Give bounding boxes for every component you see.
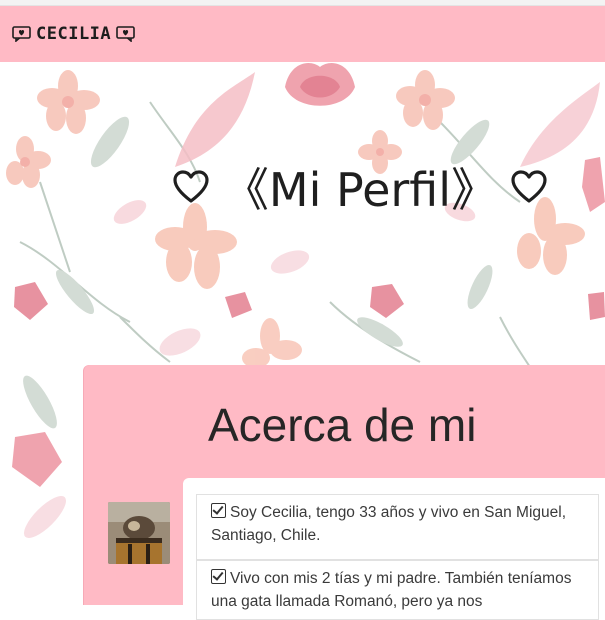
- speech-bubble-heart-icon: [12, 26, 31, 42]
- brand-link[interactable]: CECILIA: [12, 24, 135, 44]
- checkbox-icon: [211, 503, 226, 518]
- about-title: Acerca de mi: [208, 399, 477, 451]
- hero-title-text: 《Mi Perfil》: [222, 163, 498, 217]
- list-item: Soy Cecilia, tengo 33 años y vivo en San…: [196, 494, 599, 560]
- heart-outline-icon: [173, 170, 209, 203]
- brand-name: CECILIA: [36, 24, 112, 44]
- speech-bubble-heart-icon: [116, 26, 135, 42]
- hero-title: 《Mi Perfil》: [150, 152, 570, 222]
- checkbox-icon: [211, 569, 226, 584]
- list-item-text: Vivo con mis 2 tías y mi padre. También …: [211, 570, 572, 610]
- list-item-text: Soy Cecilia, tengo 33 años y vivo en San…: [211, 504, 567, 544]
- avatar: [108, 502, 170, 564]
- list-item: Vivo con mis 2 tías y mi padre. También …: [196, 560, 599, 620]
- heart-outline-icon: [511, 170, 547, 203]
- navbar: CECILIA: [0, 6, 605, 62]
- avatar-photo: [108, 502, 170, 564]
